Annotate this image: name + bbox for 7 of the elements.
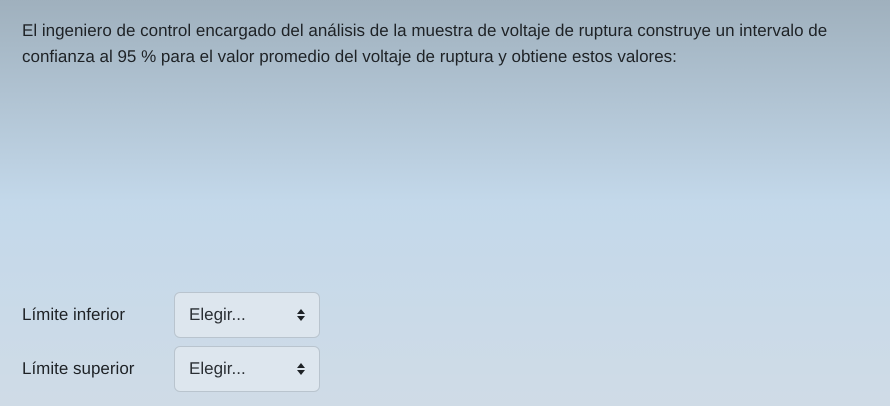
dropdown-select[interactable]: Elegir... — [174, 292, 320, 338]
sort-icon — [297, 363, 305, 375]
dropdown-select[interactable]: Elegir... — [174, 346, 320, 392]
field-label: Límite superior — [22, 358, 136, 380]
question-text: El ingeniero de control encargado del análisis de la muestra de voltaje de ruptura construye un intervalo de confianza al 95 % para el valor promedio del voltaje de ruptura y obtiene estos valores: — [22, 20, 828, 68]
sort-icon — [297, 309, 305, 321]
field-label: Límite inferior — [22, 304, 126, 326]
